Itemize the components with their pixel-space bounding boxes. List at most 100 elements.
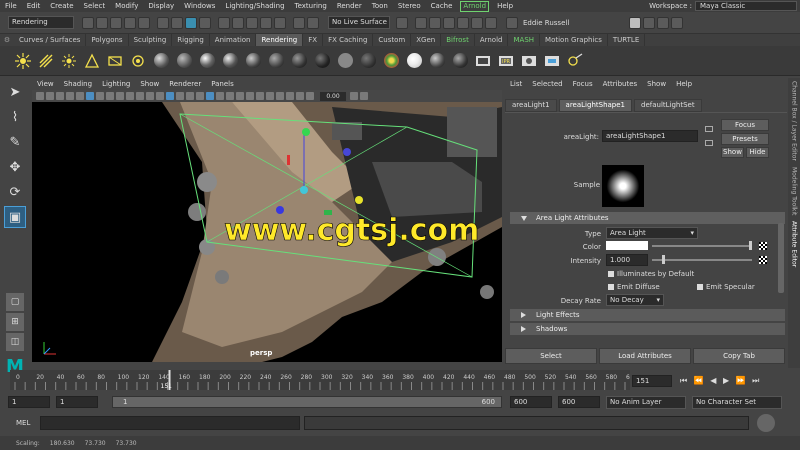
go-to-input-icon[interactable] <box>705 126 713 132</box>
shelf-tab-rigging[interactable]: Rigging <box>172 34 210 46</box>
menu-file[interactable]: File <box>0 0 22 12</box>
menu-texturing[interactable]: Texturing <box>290 0 332 12</box>
ipr-render-icon[interactable] <box>429 16 441 29</box>
shelf-tab-custom[interactable]: Custom <box>373 34 412 46</box>
playback-start-field[interactable]: 1 <box>56 396 98 408</box>
gate-mask-icon[interactable] <box>116 92 124 100</box>
menu-edit[interactable]: Edit <box>22 0 46 12</box>
menu-lighting-shading[interactable]: Lighting/Shading <box>220 0 289 12</box>
gamma-icon[interactable] <box>350 92 358 100</box>
motion-blur-icon[interactable] <box>236 92 244 100</box>
open-scene-icon[interactable] <box>96 16 108 29</box>
2d-pan-icon[interactable] <box>66 92 74 100</box>
snap-curve-icon[interactable] <box>232 16 244 29</box>
use-all-lights-icon[interactable] <box>206 92 214 100</box>
animation-end-field[interactable]: 600 <box>558 396 600 408</box>
shelf-tab-mash[interactable]: MASH <box>508 34 541 46</box>
shading-group-sphere-icon[interactable] <box>451 52 469 70</box>
move-tool-icon[interactable]: ✥ <box>4 156 26 178</box>
snap-surface-icon[interactable] <box>274 16 286 29</box>
playback-buttons[interactable]: ⏮ ⏪ ◀ ▶ ⏩ ⏭ <box>680 376 761 386</box>
menu-windows[interactable]: Windows <box>179 0 220 12</box>
single-view-layout-icon[interactable]: ▢ <box>6 293 24 311</box>
time-slider[interactable]: 0 20 40 60 80 100 120 140 160 180 200 220 240 260 280 3… <box>10 370 638 390</box>
menu-create[interactable]: Create <box>45 0 78 12</box>
ae-tab-defaultlightset[interactable]: defaultLightSet <box>634 98 702 112</box>
show-button[interactable]: Show <box>721 147 744 158</box>
copy-tab-button[interactable]: Copy Tab <box>693 348 785 364</box>
env-sphere-icon[interactable] <box>405 52 423 70</box>
select-object-icon[interactable] <box>171 16 183 29</box>
decay-rate-dropdown[interactable]: No Decay ▾ <box>606 294 664 306</box>
shelf-tab-motion-graphics[interactable]: Motion Graphics <box>540 34 608 46</box>
history-icon[interactable] <box>293 16 305 29</box>
safe-action-icon[interactable] <box>136 92 144 100</box>
hide-button[interactable]: Hide <box>746 147 769 158</box>
textured-icon[interactable] <box>196 92 204 100</box>
character-set-dropdown[interactable]: No Character Set <box>692 395 782 409</box>
select-button[interactable]: Select <box>505 348 597 364</box>
light-type-dropdown[interactable]: Area Light ▾ <box>606 227 698 239</box>
mel-label[interactable]: MEL <box>16 419 36 427</box>
attribute-editor-icon[interactable] <box>643 16 656 29</box>
intensity-field[interactable]: 1.000 <box>606 254 648 266</box>
shelf-tab-turtle[interactable]: TURTLE <box>608 34 646 46</box>
ae-menu-attributes[interactable]: Attributes <box>598 78 643 90</box>
select-mask-icon[interactable] <box>199 16 211 29</box>
script-editor-icon[interactable] <box>757 414 775 432</box>
shelf-tab-animation[interactable]: Animation <box>210 34 257 46</box>
snap-view-icon[interactable] <box>260 16 272 29</box>
depth-of-field-icon[interactable] <box>256 92 264 100</box>
menu-display[interactable]: Display <box>143 0 179 12</box>
shelf-tab-fx-caching[interactable]: FX Caching <box>323 34 374 46</box>
shadows-icon[interactable] <box>216 92 224 100</box>
intensity-map-icon[interactable] <box>759 256 767 264</box>
film-gate-icon[interactable] <box>96 92 104 100</box>
light-linking-icon[interactable] <box>566 52 584 70</box>
menu-toon[interactable]: Toon <box>367 0 393 12</box>
grid-toggle-icon[interactable] <box>86 92 94 100</box>
select-component-icon[interactable] <box>185 16 197 29</box>
wireframe-on-shaded-icon[interactable] <box>186 92 194 100</box>
ipr-icon[interactable]: IPR <box>497 52 515 70</box>
user-name[interactable]: Eddie Russell <box>523 19 569 27</box>
phonge-sphere-icon[interactable] <box>221 52 239 70</box>
ae-menu-show[interactable]: Show <box>642 78 671 90</box>
spot-light-icon[interactable] <box>83 52 101 70</box>
intensity-slider-handle[interactable] <box>662 255 665 264</box>
render-settings-icon[interactable] <box>443 16 455 29</box>
emit-specular-checkbox[interactable]: Emit Specular <box>697 283 755 291</box>
rotate-tool-icon[interactable]: ⟳ <box>4 181 26 203</box>
xray-icon[interactable] <box>276 92 284 100</box>
new-scene-icon[interactable] <box>82 16 94 29</box>
ae-menu-help[interactable]: Help <box>671 78 697 90</box>
side-tab-modeling-toolkit[interactable]: Modeling Toolkit <box>791 167 798 215</box>
current-frame-field[interactable]: 151 <box>632 375 672 387</box>
render-icon[interactable] <box>415 16 427 29</box>
select-tool-icon[interactable]: ➤ <box>4 81 26 103</box>
vp-menu-panels[interactable]: Panels <box>206 78 239 90</box>
area-light-attributes-frame[interactable]: Area Light Attributes <box>510 212 785 224</box>
xray-components-icon[interactable] <box>296 92 304 100</box>
ae-menu-list[interactable]: List <box>505 78 527 90</box>
image-plane-icon[interactable] <box>56 92 64 100</box>
color-map-icon[interactable] <box>759 242 767 250</box>
vp-menu-lighting[interactable]: Lighting <box>97 78 135 90</box>
menu-help[interactable]: Help <box>492 0 518 12</box>
shelf-tab-bifrost[interactable]: Bifrost <box>441 34 475 46</box>
xray-joints-icon[interactable] <box>286 92 294 100</box>
smooth-shade-icon[interactable] <box>166 92 174 100</box>
vp-menu-view[interactable]: View <box>32 78 59 90</box>
construction-icon[interactable] <box>307 16 319 29</box>
anisotropic-sphere-icon[interactable] <box>244 52 262 70</box>
load-attributes-button[interactable]: Load Attributes <box>599 348 691 364</box>
menu-modify[interactable]: Modify <box>110 0 143 12</box>
shelf-tab-polygons[interactable]: Polygons <box>86 34 129 46</box>
animation-start-field[interactable]: 1 <box>8 396 50 408</box>
arnold-render-icon[interactable] <box>485 16 497 29</box>
four-view-layout-icon[interactable]: ⊞ <box>6 313 24 331</box>
tool-settings-icon[interactable] <box>657 16 670 29</box>
batch-render-icon[interactable] <box>543 52 561 70</box>
safe-title-icon[interactable] <box>146 92 154 100</box>
redo-icon[interactable] <box>138 16 150 29</box>
